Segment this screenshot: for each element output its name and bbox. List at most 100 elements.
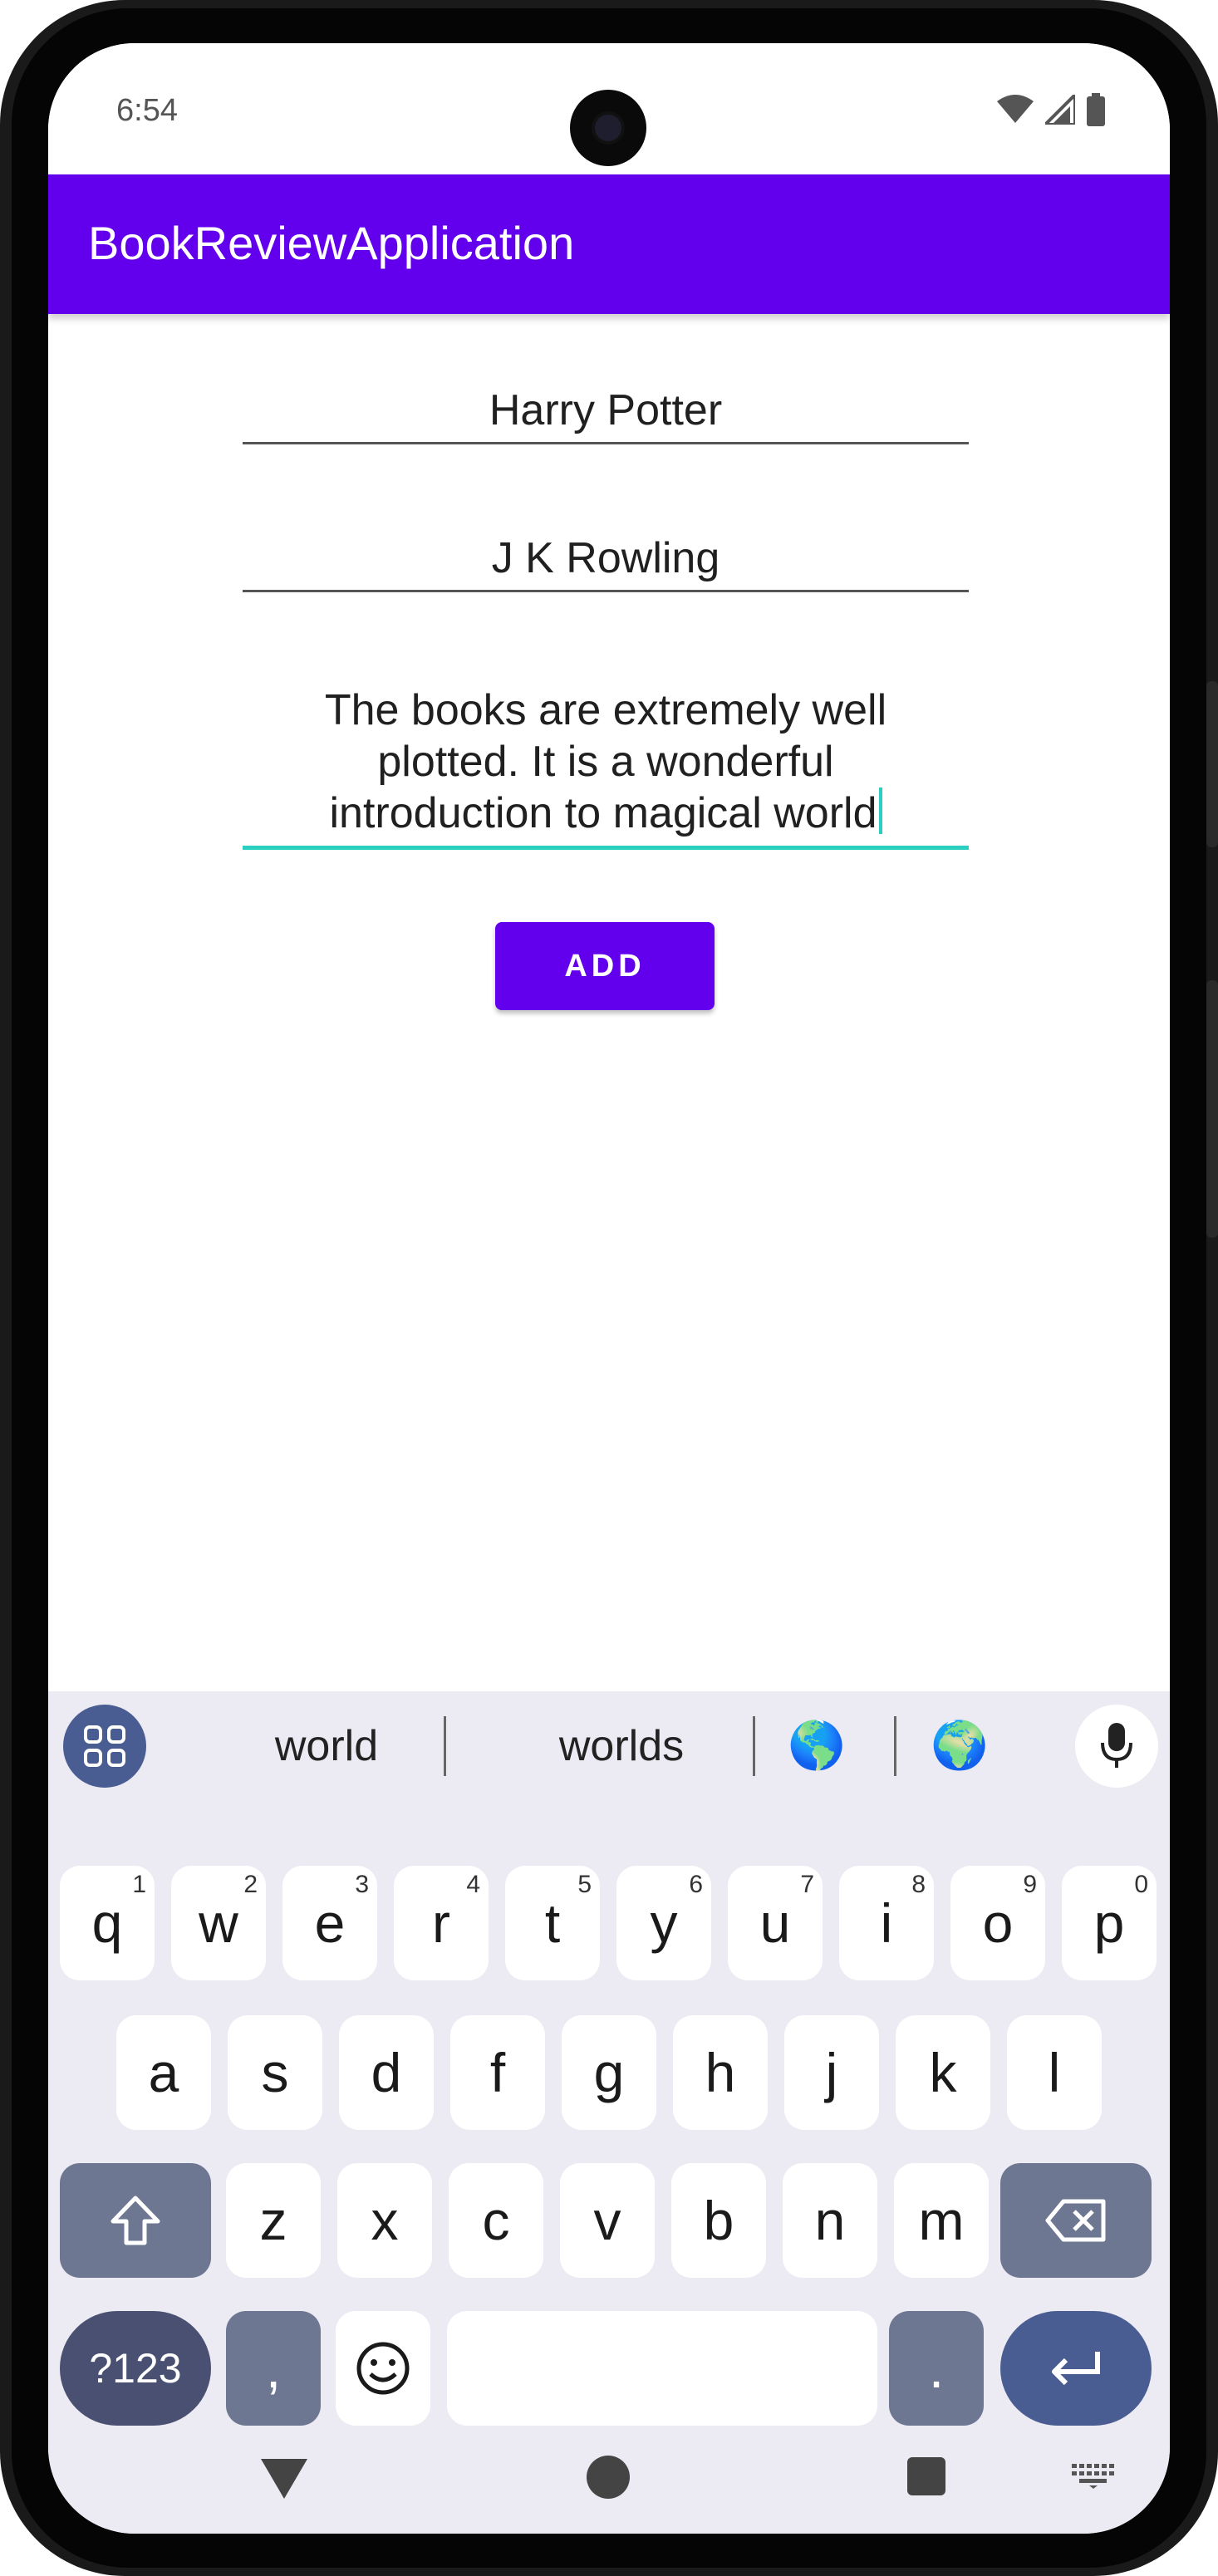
emoji-suggestion-2[interactable]: 🌍 xyxy=(931,1718,989,1773)
key-i-label: i xyxy=(880,1892,893,1954)
key-m-label: m xyxy=(918,2190,965,2251)
key-l[interactable]: l xyxy=(1007,2015,1102,2130)
symbols-key[interactable]: ?123 xyxy=(60,2311,211,2426)
key-c-label: c xyxy=(482,2190,510,2251)
key-g[interactable]: g xyxy=(562,2015,656,2130)
key-q[interactable]: q1 xyxy=(60,1866,155,1980)
key-z[interactable]: z xyxy=(226,2163,321,2278)
status-icons xyxy=(997,91,1105,128)
key-k-label: k xyxy=(929,2042,957,2103)
key-t[interactable]: t5 xyxy=(505,1866,600,1980)
book-title-value: Harry Potter xyxy=(489,386,723,434)
key-o[interactable]: o9 xyxy=(950,1866,1045,1980)
review-line-2: plotted. It is a wonderful xyxy=(377,738,834,786)
key-k[interactable]: k xyxy=(896,2015,990,2130)
key-y[interactable]: y6 xyxy=(616,1866,711,1980)
key-d[interactable]: d xyxy=(339,2015,434,2130)
front-camera xyxy=(570,90,646,166)
key-w[interactable]: w2 xyxy=(171,1866,266,1980)
key-a-label: a xyxy=(148,2042,179,2103)
key-u-label: u xyxy=(759,1892,791,1954)
key-b-label: b xyxy=(703,2190,734,2251)
key-p-hint: 0 xyxy=(1134,1871,1148,1898)
backspace-key[interactable] xyxy=(1000,2163,1152,2278)
mic-icon xyxy=(1101,1723,1132,1768)
suggestion-divider xyxy=(894,1716,896,1776)
key-c[interactable]: c xyxy=(449,2163,543,2278)
key-g-label: g xyxy=(593,2042,625,2103)
key-u[interactable]: u7 xyxy=(728,1866,823,1980)
key-b[interactable]: b xyxy=(671,2163,766,2278)
key-t-label: t xyxy=(544,1892,561,1954)
review-line-1: The books are extremely well xyxy=(324,686,887,734)
suggestion-2[interactable]: worlds xyxy=(505,1721,738,1771)
shift-key[interactable] xyxy=(60,2163,211,2278)
key-o-label: o xyxy=(982,1892,1014,1954)
key-e-label: e xyxy=(314,1892,346,1954)
keyboard: world worlds 🌎 🌍 q1w2e3r4t5y6u7i8o9p0 as… xyxy=(48,1691,1170,2534)
key-o-hint: 9 xyxy=(1023,1871,1037,1898)
key-d-label: d xyxy=(371,2042,402,2103)
keyboard-switch-icon[interactable] xyxy=(1072,2464,1115,2489)
status-bar: 6:54 xyxy=(48,43,1170,174)
suggestion-strip: world worlds 🌎 🌍 xyxy=(48,1691,1170,1799)
key-s[interactable]: s xyxy=(228,2015,322,2130)
navigation-bar xyxy=(48,2419,1170,2534)
key-y-label: y xyxy=(650,1892,678,1954)
book-review-input[interactable]: The books are extremely well plotted. It… xyxy=(243,684,969,850)
key-a[interactable]: a xyxy=(116,2015,211,2130)
key-f-label: f xyxy=(489,2042,506,2103)
wifi-icon xyxy=(997,95,1034,123)
key-t-hint: 5 xyxy=(577,1871,592,1898)
key-y-hint: 6 xyxy=(689,1871,703,1898)
comma-key[interactable]: , xyxy=(226,2311,321,2426)
book-author-input[interactable]: J K Rowling xyxy=(243,533,969,592)
key-w-label: w xyxy=(199,1892,238,1954)
enter-key[interactable] xyxy=(1000,2311,1152,2426)
apps-grid-button[interactable] xyxy=(63,1705,146,1788)
key-q-label: q xyxy=(91,1892,123,1954)
signal-icon xyxy=(1045,95,1075,125)
key-n[interactable]: n xyxy=(783,2163,877,2278)
key-i[interactable]: i8 xyxy=(839,1866,934,1980)
key-q-hint: 1 xyxy=(132,1871,146,1898)
key-x[interactable]: x xyxy=(337,2163,432,2278)
book-title-input[interactable]: Harry Potter xyxy=(243,385,969,444)
key-v[interactable]: v xyxy=(560,2163,655,2278)
key-w-hint: 2 xyxy=(243,1871,258,1898)
space-key[interactable] xyxy=(447,2311,877,2426)
emoji-icon xyxy=(356,2342,410,2395)
home-icon[interactable] xyxy=(587,2456,630,2499)
suggestion-1[interactable]: world xyxy=(214,1721,439,1771)
key-p[interactable]: p0 xyxy=(1062,1866,1157,1980)
key-h-label: h xyxy=(705,2042,736,2103)
key-h[interactable]: h xyxy=(673,2015,768,2130)
key-f[interactable]: f xyxy=(450,2015,545,2130)
shift-icon xyxy=(111,2196,160,2245)
key-i-hint: 8 xyxy=(911,1871,926,1898)
add-button[interactable]: ADD xyxy=(495,922,715,1010)
app-bar: BookReviewApplication xyxy=(48,174,1170,314)
suggestion-divider xyxy=(753,1716,755,1776)
key-r-hint: 4 xyxy=(466,1871,480,1898)
key-n-label: n xyxy=(814,2190,846,2251)
apps-grid-icon xyxy=(84,1725,125,1767)
key-s-label: s xyxy=(261,2042,289,2103)
key-j[interactable]: j xyxy=(784,2015,879,2130)
suggestion-divider xyxy=(444,1716,446,1776)
key-z-label: z xyxy=(259,2190,287,2251)
key-l-label: l xyxy=(1048,2042,1061,2103)
voice-input-button[interactable] xyxy=(1075,1705,1158,1788)
emoji-suggestion-1[interactable]: 🌎 xyxy=(788,1718,846,1773)
period-key[interactable]: . xyxy=(889,2311,984,2426)
key-u-hint: 7 xyxy=(800,1871,814,1898)
power-button xyxy=(1206,681,1218,847)
status-time: 6:54 xyxy=(116,93,178,128)
key-e[interactable]: e3 xyxy=(282,1866,377,1980)
key-r[interactable]: r4 xyxy=(394,1866,489,1980)
app-title: BookReviewApplication xyxy=(88,217,575,269)
emoji-key[interactable] xyxy=(336,2311,430,2426)
back-icon[interactable] xyxy=(261,2459,307,2499)
recents-icon[interactable] xyxy=(907,2457,945,2495)
key-m[interactable]: m xyxy=(894,2163,989,2278)
